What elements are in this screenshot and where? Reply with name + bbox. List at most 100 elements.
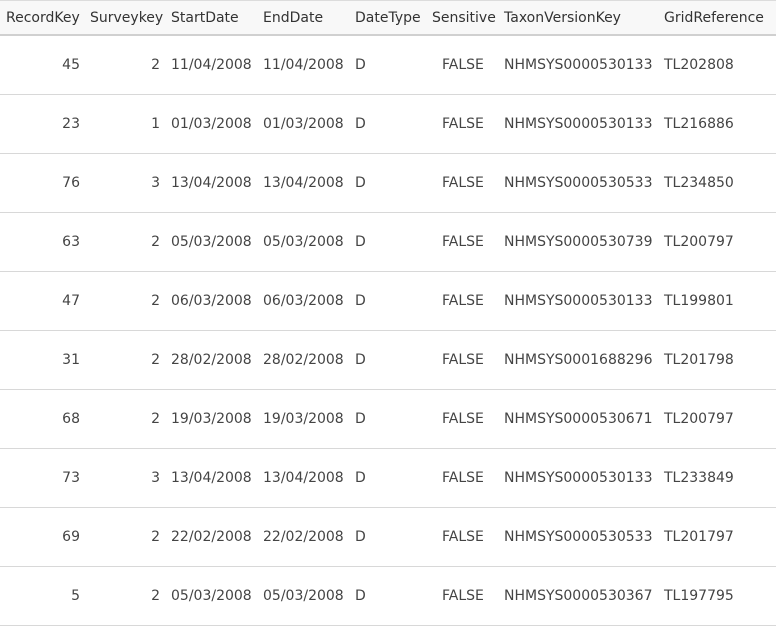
table-row[interactable]: 73 3 13/04/2008 13/04/2008 D FALSE NHMSY… (0, 449, 776, 508)
cell-enddate: 11/04/2008 (263, 57, 344, 73)
cell-taxonversionkey: NHMSYS0000530367 (504, 588, 653, 604)
cell-startdate: 05/03/2008 (171, 588, 252, 604)
table-row[interactable]: 47 2 06/03/2008 06/03/2008 D FALSE NHMSY… (0, 272, 776, 331)
cell-surveykey: 1 (151, 116, 160, 132)
table-row[interactable]: 63 2 05/03/2008 05/03/2008 D FALSE NHMSY… (0, 213, 776, 272)
cell-enddate: 05/03/2008 (263, 234, 344, 250)
cell-surveykey: 2 (151, 293, 160, 309)
cell-datetype: D (355, 175, 366, 191)
table-row[interactable]: 68 2 19/03/2008 19/03/2008 D FALSE NHMSY… (0, 390, 776, 449)
cell-datetype: D (355, 470, 366, 486)
cell-taxonversionkey: NHMSYS0000530133 (504, 470, 653, 486)
data-table: RecordKey Surveykey StartDate EndDate Da… (0, 0, 776, 627)
cell-sensitive: FALSE (442, 470, 484, 486)
cell-enddate: 13/04/2008 (263, 175, 344, 191)
cell-enddate: 05/03/2008 (263, 588, 344, 604)
cell-taxonversionkey: NHMSYS0000530133 (504, 293, 653, 309)
cell-enddate: 01/03/2008 (263, 116, 344, 132)
cell-sensitive: FALSE (442, 293, 484, 309)
cell-sensitive: FALSE (442, 352, 484, 368)
cell-recordkey: 69 (62, 529, 80, 545)
cell-recordkey: 47 (62, 293, 80, 309)
cell-gridreference: TL202808 (664, 57, 734, 73)
cell-recordkey: 5 (71, 588, 80, 604)
cell-sensitive: FALSE (442, 411, 484, 427)
cell-startdate: 19/03/2008 (171, 411, 252, 427)
table-row[interactable]: 31 2 28/02/2008 28/02/2008 D FALSE NHMSY… (0, 331, 776, 390)
column-header-startdate[interactable]: StartDate (171, 1, 239, 35)
cell-sensitive: FALSE (442, 588, 484, 604)
cell-sensitive: FALSE (442, 234, 484, 250)
cell-surveykey: 3 (151, 470, 160, 486)
cell-taxonversionkey: NHMSYS0000530533 (504, 529, 653, 545)
cell-gridreference: TL200797 (664, 411, 734, 427)
cell-gridreference: TL200797 (664, 234, 734, 250)
cell-gridreference: TL201798 (664, 352, 734, 368)
cell-taxonversionkey: NHMSYS0000530133 (504, 57, 653, 73)
cell-surveykey: 2 (151, 588, 160, 604)
cell-enddate: 28/02/2008 (263, 352, 344, 368)
column-header-enddate[interactable]: EndDate (263, 1, 323, 35)
table-header-row: RecordKey Surveykey StartDate EndDate Da… (0, 0, 776, 36)
column-header-surveykey[interactable]: Surveykey (90, 1, 163, 35)
cell-gridreference: TL216886 (664, 116, 734, 132)
cell-recordkey: 23 (62, 116, 80, 132)
cell-surveykey: 2 (151, 411, 160, 427)
cell-datetype: D (355, 411, 366, 427)
cell-surveykey: 2 (151, 352, 160, 368)
cell-surveykey: 2 (151, 529, 160, 545)
cell-startdate: 13/04/2008 (171, 175, 252, 191)
cell-datetype: D (355, 234, 366, 250)
cell-gridreference: TL234850 (664, 175, 734, 191)
cell-datetype: D (355, 352, 366, 368)
cell-recordkey: 76 (62, 175, 80, 191)
cell-datetype: D (355, 529, 366, 545)
table-row[interactable]: 5 2 05/03/2008 05/03/2008 D FALSE NHMSYS… (0, 567, 776, 626)
cell-surveykey: 2 (151, 234, 160, 250)
cell-startdate: 05/03/2008 (171, 234, 252, 250)
cell-taxonversionkey: NHMSYS0001688296 (504, 352, 653, 368)
cell-enddate: 19/03/2008 (263, 411, 344, 427)
cell-taxonversionkey: NHMSYS0000530671 (504, 411, 653, 427)
cell-gridreference: TL199801 (664, 293, 734, 309)
cell-taxonversionkey: NHMSYS0000530739 (504, 234, 653, 250)
cell-startdate: 01/03/2008 (171, 116, 252, 132)
cell-surveykey: 2 (151, 57, 160, 73)
cell-recordkey: 73 (62, 470, 80, 486)
cell-sensitive: FALSE (442, 116, 484, 132)
cell-enddate: 06/03/2008 (263, 293, 344, 309)
column-header-sensitive[interactable]: Sensitive (432, 1, 496, 35)
cell-startdate: 28/02/2008 (171, 352, 252, 368)
cell-datetype: D (355, 293, 366, 309)
cell-sensitive: FALSE (442, 57, 484, 73)
cell-recordkey: 45 (62, 57, 80, 73)
cell-gridreference: TL201797 (664, 529, 734, 545)
cell-enddate: 22/02/2008 (263, 529, 344, 545)
cell-startdate: 06/03/2008 (171, 293, 252, 309)
cell-recordkey: 63 (62, 234, 80, 250)
cell-recordkey: 68 (62, 411, 80, 427)
table-row[interactable]: 23 1 01/03/2008 01/03/2008 D FALSE NHMSY… (0, 95, 776, 154)
column-header-taxonversionkey[interactable]: TaxonVersionKey (504, 1, 621, 35)
table-row[interactable]: 69 2 22/02/2008 22/02/2008 D FALSE NHMSY… (0, 508, 776, 567)
cell-startdate: 11/04/2008 (171, 57, 252, 73)
cell-taxonversionkey: NHMSYS0000530133 (504, 116, 653, 132)
table-row[interactable]: 45 2 11/04/2008 11/04/2008 D FALSE NHMSY… (0, 36, 776, 95)
cell-datetype: D (355, 57, 366, 73)
table-row[interactable]: 76 3 13/04/2008 13/04/2008 D FALSE NHMSY… (0, 154, 776, 213)
cell-gridreference: TL233849 (664, 470, 734, 486)
cell-sensitive: FALSE (442, 175, 484, 191)
cell-datetype: D (355, 116, 366, 132)
cell-startdate: 22/02/2008 (171, 529, 252, 545)
column-header-recordkey[interactable]: RecordKey (6, 1, 80, 35)
cell-gridreference: TL197795 (664, 588, 734, 604)
cell-recordkey: 31 (62, 352, 80, 368)
column-header-datetype[interactable]: DateType (355, 1, 421, 35)
cell-datetype: D (355, 588, 366, 604)
cell-startdate: 13/04/2008 (171, 470, 252, 486)
cell-sensitive: FALSE (442, 529, 484, 545)
cell-enddate: 13/04/2008 (263, 470, 344, 486)
column-header-gridreference[interactable]: GridReference (664, 1, 764, 35)
cell-taxonversionkey: NHMSYS0000530533 (504, 175, 653, 191)
cell-surveykey: 3 (151, 175, 160, 191)
